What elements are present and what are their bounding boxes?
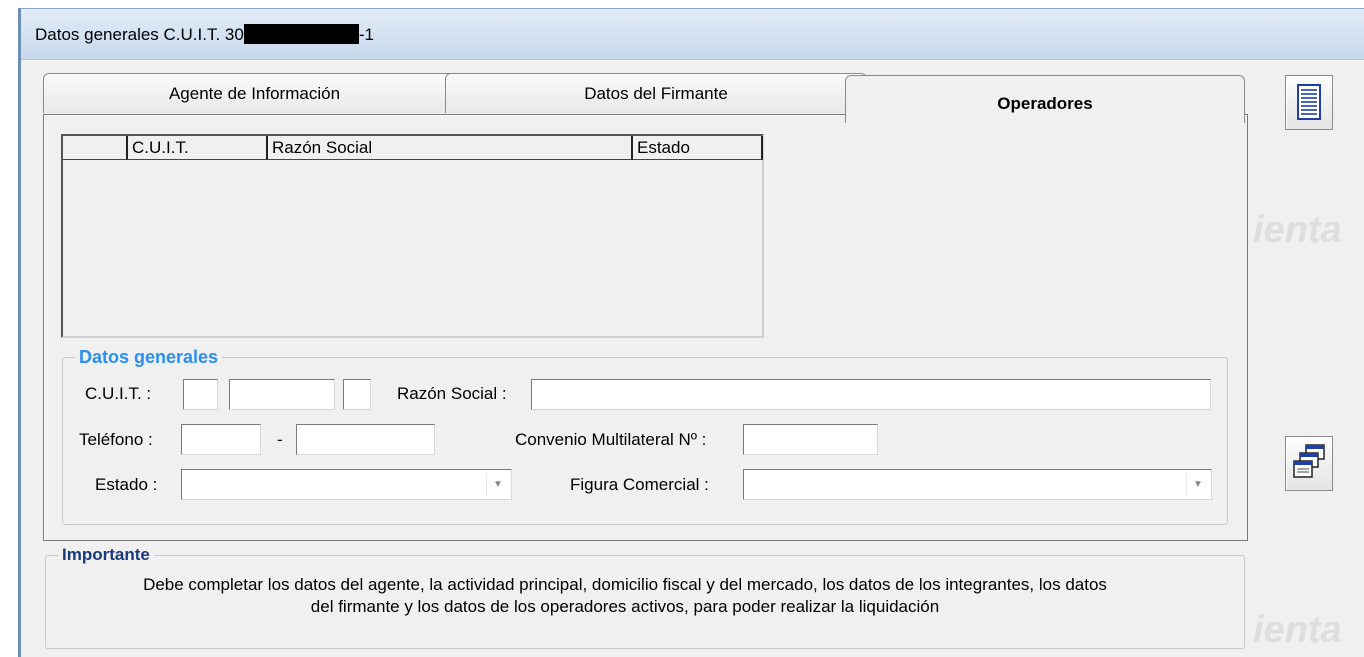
main-window: Datos generales C.U.I.T. 30 -1 Agente de … xyxy=(18,8,1364,657)
importante-legend: Importante xyxy=(62,545,150,564)
telefono-area-input[interactable] xyxy=(181,424,261,455)
datos-generales-legend: Datos generales xyxy=(79,347,219,367)
operators-grid[interactable]: C.U.I.T. Razón Social Estado xyxy=(61,134,764,338)
cuit-number-input[interactable] xyxy=(229,379,335,410)
cuit-prefix-input[interactable] xyxy=(183,379,218,410)
convenio-input[interactable] xyxy=(743,424,878,455)
razon-social-input[interactable] xyxy=(531,379,1211,410)
window-title: Datos generales C.U.I.T. 30 -1 xyxy=(35,24,374,44)
list-view-button[interactable] xyxy=(1285,75,1333,130)
importante-text: Debe completar los datos del agente, la … xyxy=(45,574,1205,618)
convenio-label: Convenio Multilateral Nº : xyxy=(515,430,707,449)
telefono-separator: - xyxy=(277,430,283,449)
razon-social-label: Razón Social : xyxy=(397,384,507,403)
importante-line-1: Debe completar los datos del agente, la … xyxy=(143,575,1107,594)
chevron-down-icon[interactable]: ▼ xyxy=(486,473,509,496)
cuit-check-digit-input[interactable] xyxy=(343,379,371,410)
estado-label: Estado : xyxy=(95,475,158,494)
tab-operadores[interactable]: Operadores xyxy=(845,75,1245,123)
windows-button[interactable] xyxy=(1285,436,1333,491)
windows-stack-icon xyxy=(1293,444,1325,478)
importante-line-2: del firmante y los datos de los operador… xyxy=(310,597,940,616)
title-bar[interactable]: Datos generales C.U.I.T. 30 -1 xyxy=(21,9,1364,60)
document-list-icon xyxy=(1297,84,1321,120)
grid-header: C.U.I.T. Razón Social Estado xyxy=(63,136,763,160)
estado-select[interactable]: ▼ xyxy=(181,469,512,500)
tab-datos-del-firmante[interactable]: Datos del Firmante xyxy=(445,73,867,113)
telefono-label: Teléfono : xyxy=(79,430,153,449)
watermark-text: ienta xyxy=(1253,209,1342,251)
grid-header-estado[interactable]: Estado xyxy=(633,136,763,160)
grid-header-selector xyxy=(63,136,128,160)
chevron-down-icon[interactable]: ▼ xyxy=(1186,473,1209,496)
figura-comercial-select[interactable]: ▼ xyxy=(743,469,1212,500)
cuit-label: C.U.I.T. : xyxy=(85,384,152,403)
grid-header-cuit[interactable]: C.U.I.T. xyxy=(128,136,268,160)
redacted-block xyxy=(243,24,359,44)
telefono-number-input[interactable] xyxy=(296,424,435,455)
watermark-text: ienta xyxy=(1253,609,1342,651)
figura-comercial-label: Figura Comercial : xyxy=(570,475,709,494)
grid-header-razon-social[interactable]: Razón Social xyxy=(268,136,633,160)
tab-agente-de-informacion[interactable]: Agente de Información xyxy=(43,73,466,113)
